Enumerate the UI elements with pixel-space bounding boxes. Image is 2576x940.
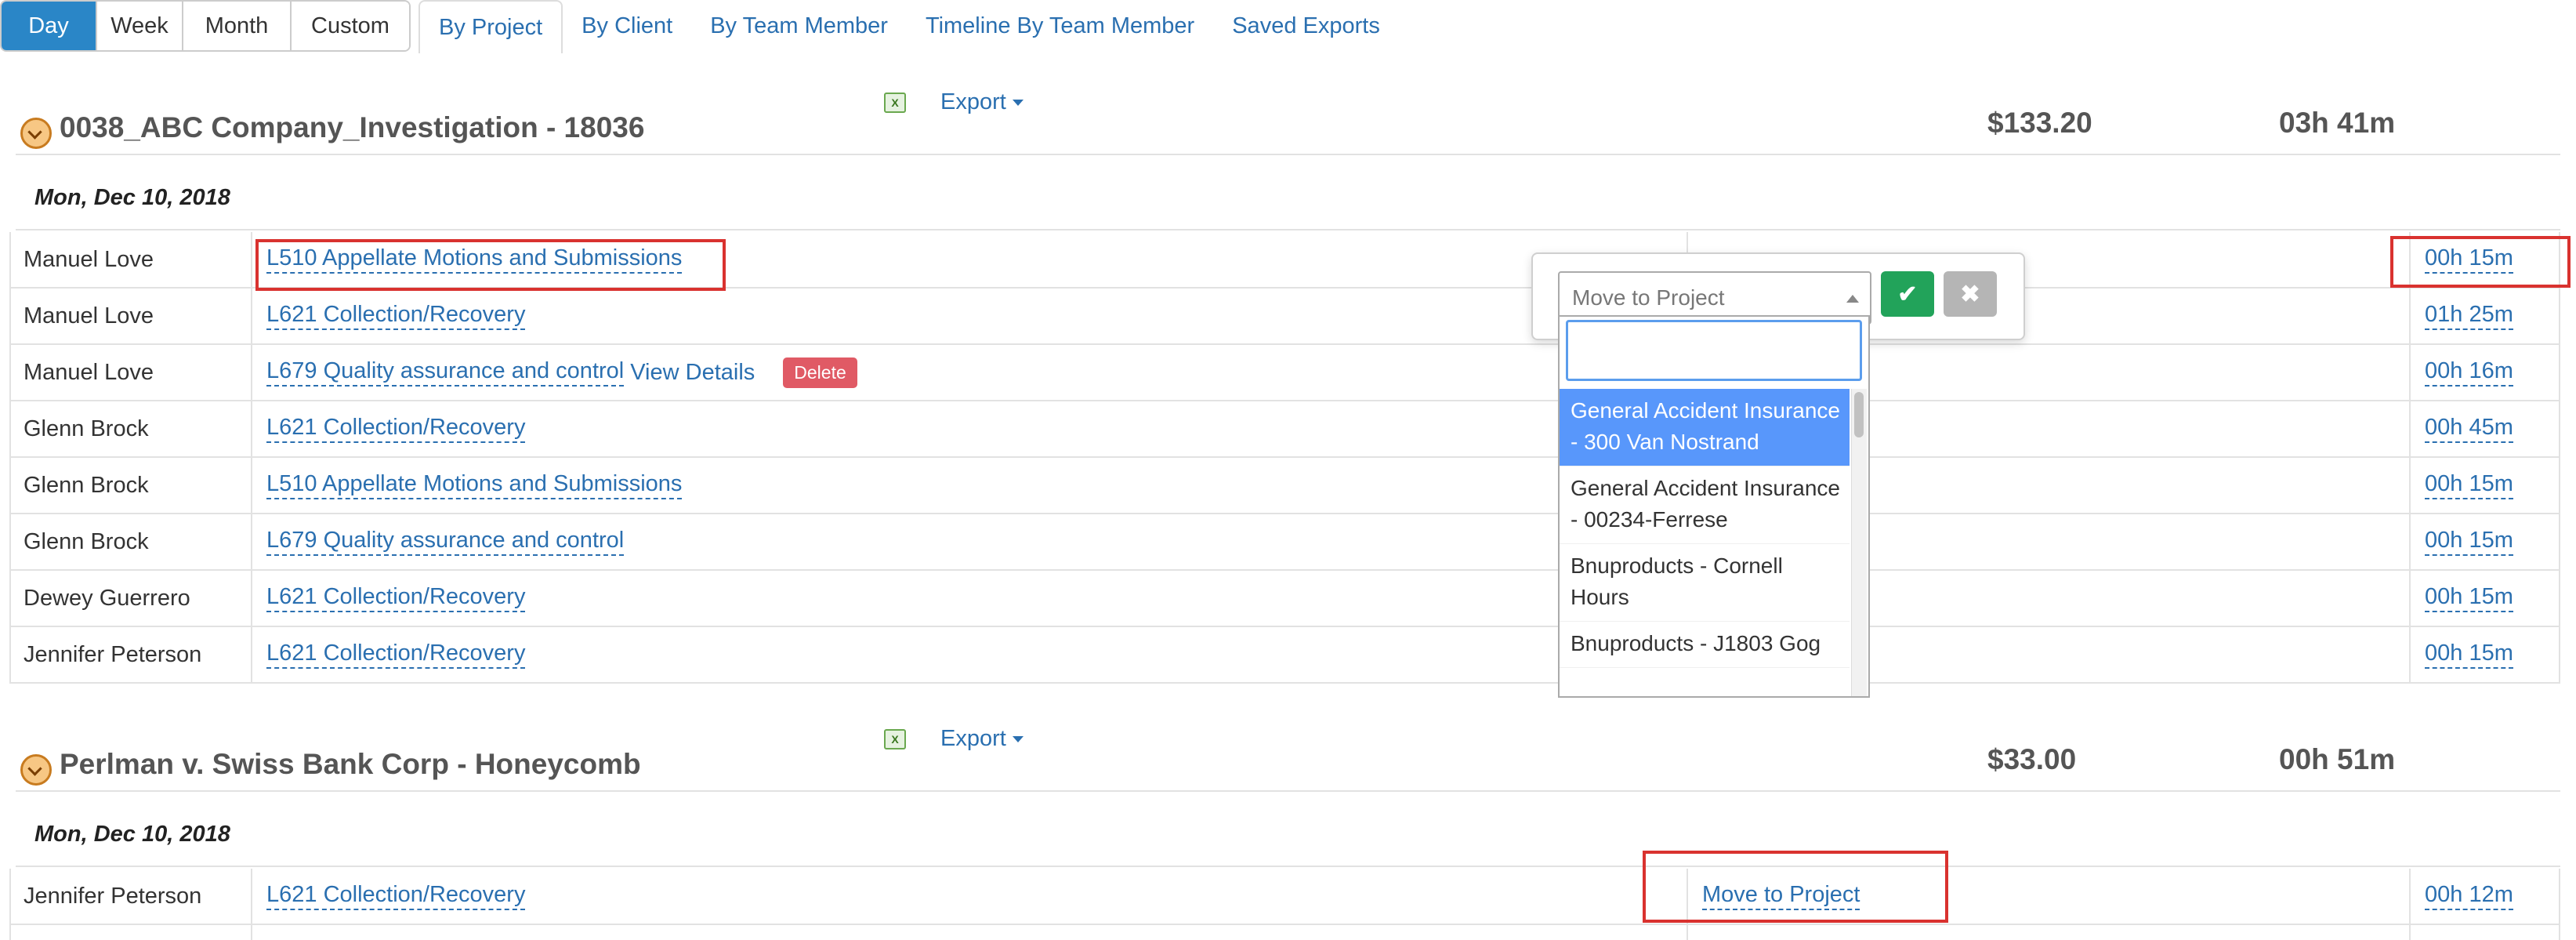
- team-member-name: Glenn Brock: [11, 401, 252, 456]
- task-link[interactable]: L621 Collection/Recovery: [266, 641, 526, 669]
- top-nav: Day Week Month Custom By Project By Clie…: [0, 0, 1399, 53]
- project-hours: 03h 41m: [2279, 107, 2396, 139]
- tab-by-project[interactable]: By Project: [418, 0, 563, 53]
- export-dropdown[interactable]: Export: [940, 89, 1024, 115]
- team-member-name: Manuel Love: [11, 232, 252, 287]
- dropdown-search-input[interactable]: [1566, 320, 1862, 381]
- delete-button[interactable]: Delete: [783, 357, 857, 388]
- team-member-name: Glenn Brock: [11, 458, 252, 513]
- view-details-link[interactable]: View Details: [630, 360, 755, 386]
- table-row: Manuel Love L621 Collection/Recovery 01h…: [11, 289, 2559, 345]
- date-label: Mon, Dec 10, 2018: [34, 185, 230, 210]
- table-row: Glenn Brock L510 Appellate Motions and S…: [11, 458, 2559, 514]
- excel-icon[interactable]: X: [884, 729, 906, 749]
- month-button[interactable]: Month: [183, 2, 292, 50]
- duration-link[interactable]: 00h 15m: [2425, 641, 2513, 669]
- excel-icon[interactable]: X: [884, 93, 906, 113]
- project-title: 0038_ABC Company_Investigation - 18036: [60, 111, 645, 143]
- export-label: Export: [940, 726, 1006, 751]
- task-link[interactable]: L621 Collection/Recovery: [266, 302, 526, 330]
- time-entries-table: Jennifer Peterson L621 Collection/Recove…: [9, 869, 2560, 940]
- table-row: [11, 925, 2559, 940]
- select-placeholder: Move to Project: [1572, 285, 1725, 310]
- duration-link[interactable]: 00h 15m: [2425, 245, 2513, 274]
- dropdown-option[interactable]: General Accident Insurance - 00234-Ferre…: [1560, 466, 1850, 544]
- task-link[interactable]: L621 Collection/Recovery: [266, 584, 526, 612]
- duration-link[interactable]: 01h 25m: [2425, 302, 2513, 330]
- table-row: Glenn Brock L679 Quality assurance and c…: [11, 514, 2559, 571]
- duration-link[interactable]: 00h 15m: [2425, 471, 2513, 499]
- project-dropdown: General Accident Insurance - 300 Van Nos…: [1558, 315, 1870, 698]
- team-member-name: Glenn Brock: [11, 514, 252, 569]
- dropdown-option[interactable]: Bnuproducts - J1803 Gog: [1560, 622, 1850, 668]
- tab-timeline-by-team-member[interactable]: Timeline By Team Member: [907, 0, 1213, 52]
- duration-link[interactable]: 00h 45m: [2425, 415, 2513, 443]
- project-header: 0038_ABC Company_Investigation - 18036: [16, 100, 2560, 155]
- date-header: Mon, Dec 10, 2018: [16, 804, 2560, 867]
- cancel-button[interactable]: ✖: [1944, 271, 1997, 317]
- clock-icon[interactable]: [20, 754, 52, 786]
- table-row: Jennifer Peterson L621 Collection/Recove…: [11, 627, 2559, 684]
- export-dropdown[interactable]: Export: [940, 726, 1024, 752]
- duration-link[interactable]: 00h 16m: [2425, 358, 2513, 387]
- team-member-name: Jennifer Peterson: [11, 627, 252, 682]
- date-label: Mon, Dec 10, 2018: [34, 822, 230, 847]
- team-member-name: Jennifer Peterson: [11, 869, 252, 924]
- task-link[interactable]: L510 Appellate Motions and Submissions: [266, 245, 683, 274]
- tab-by-client[interactable]: By Client: [563, 0, 691, 52]
- day-button[interactable]: Day: [2, 2, 97, 50]
- task-link[interactable]: L679 Quality assurance and control: [266, 528, 625, 556]
- table-row: Dewey Guerrero L621 Collection/Recovery …: [11, 571, 2559, 627]
- duration-link[interactable]: 00h 15m: [2425, 528, 2513, 556]
- project-hours: 00h 51m: [2279, 743, 2396, 775]
- table-row: Manuel Love L510 Appellate Motions and S…: [11, 232, 2559, 289]
- team-member-name: Manuel Love: [11, 345, 252, 400]
- tab-saved-exports[interactable]: Saved Exports: [1213, 0, 1399, 52]
- project-title: Perlman v. Swiss Bank Corp - Honeycomb: [60, 748, 641, 780]
- task-link[interactable]: L679 Quality assurance and control: [266, 358, 625, 387]
- move-to-project-link[interactable]: Move to Project: [1702, 882, 1860, 910]
- table-row: Manuel Love L679 Quality assurance and c…: [11, 345, 2559, 401]
- clock-icon[interactable]: [20, 118, 52, 149]
- task-link[interactable]: L621 Collection/Recovery: [266, 415, 526, 443]
- tab-by-team-member[interactable]: By Team Member: [691, 0, 907, 52]
- team-member-name: Dewey Guerrero: [11, 571, 252, 626]
- task-link[interactable]: L510 Appellate Motions and Submissions: [266, 471, 683, 499]
- caret-up-icon: [1846, 295, 1859, 303]
- caret-down-icon: [1012, 736, 1024, 743]
- duration-link[interactable]: 00h 15m: [2425, 584, 2513, 612]
- dropdown-options: General Accident Insurance - 300 Van Nos…: [1560, 389, 1850, 668]
- week-button[interactable]: Week: [97, 2, 183, 50]
- dropdown-scrollbar[interactable]: [1851, 389, 1867, 696]
- caret-down-icon: [1012, 100, 1024, 107]
- project-amount: $33.00: [1987, 743, 2077, 775]
- duration-link[interactable]: 00h 12m: [2425, 882, 2513, 910]
- table-row: Glenn Brock L621 Collection/Recovery 00h…: [11, 401, 2559, 458]
- confirm-button[interactable]: ✔: [1881, 271, 1934, 317]
- date-header: Mon, Dec 10, 2018: [16, 168, 2560, 230]
- scrollbar-thumb[interactable]: [1854, 392, 1864, 437]
- dropdown-option[interactable]: Bnuproducts - Cornell Hours: [1560, 544, 1850, 622]
- project-amount: $133.20: [1987, 107, 2092, 139]
- team-member-name: Manuel Love: [11, 289, 252, 343]
- dropdown-option[interactable]: General Accident Insurance - 300 Van Nos…: [1560, 389, 1850, 466]
- export-label: Export: [940, 89, 1006, 114]
- report-tabs: By Project By Client By Team Member Time…: [418, 0, 1399, 53]
- project-header: Perlman v. Swiss Bank Corp - Honeycomb: [16, 737, 2560, 792]
- time-entries-table: Manuel Love L510 Appellate Motions and S…: [9, 232, 2560, 684]
- date-range-buttons: Day Week Month Custom: [0, 0, 411, 52]
- custom-button[interactable]: Custom: [292, 2, 409, 50]
- task-link[interactable]: L621 Collection/Recovery: [266, 882, 526, 910]
- table-row: Jennifer Peterson L621 Collection/Recove…: [11, 869, 2559, 925]
